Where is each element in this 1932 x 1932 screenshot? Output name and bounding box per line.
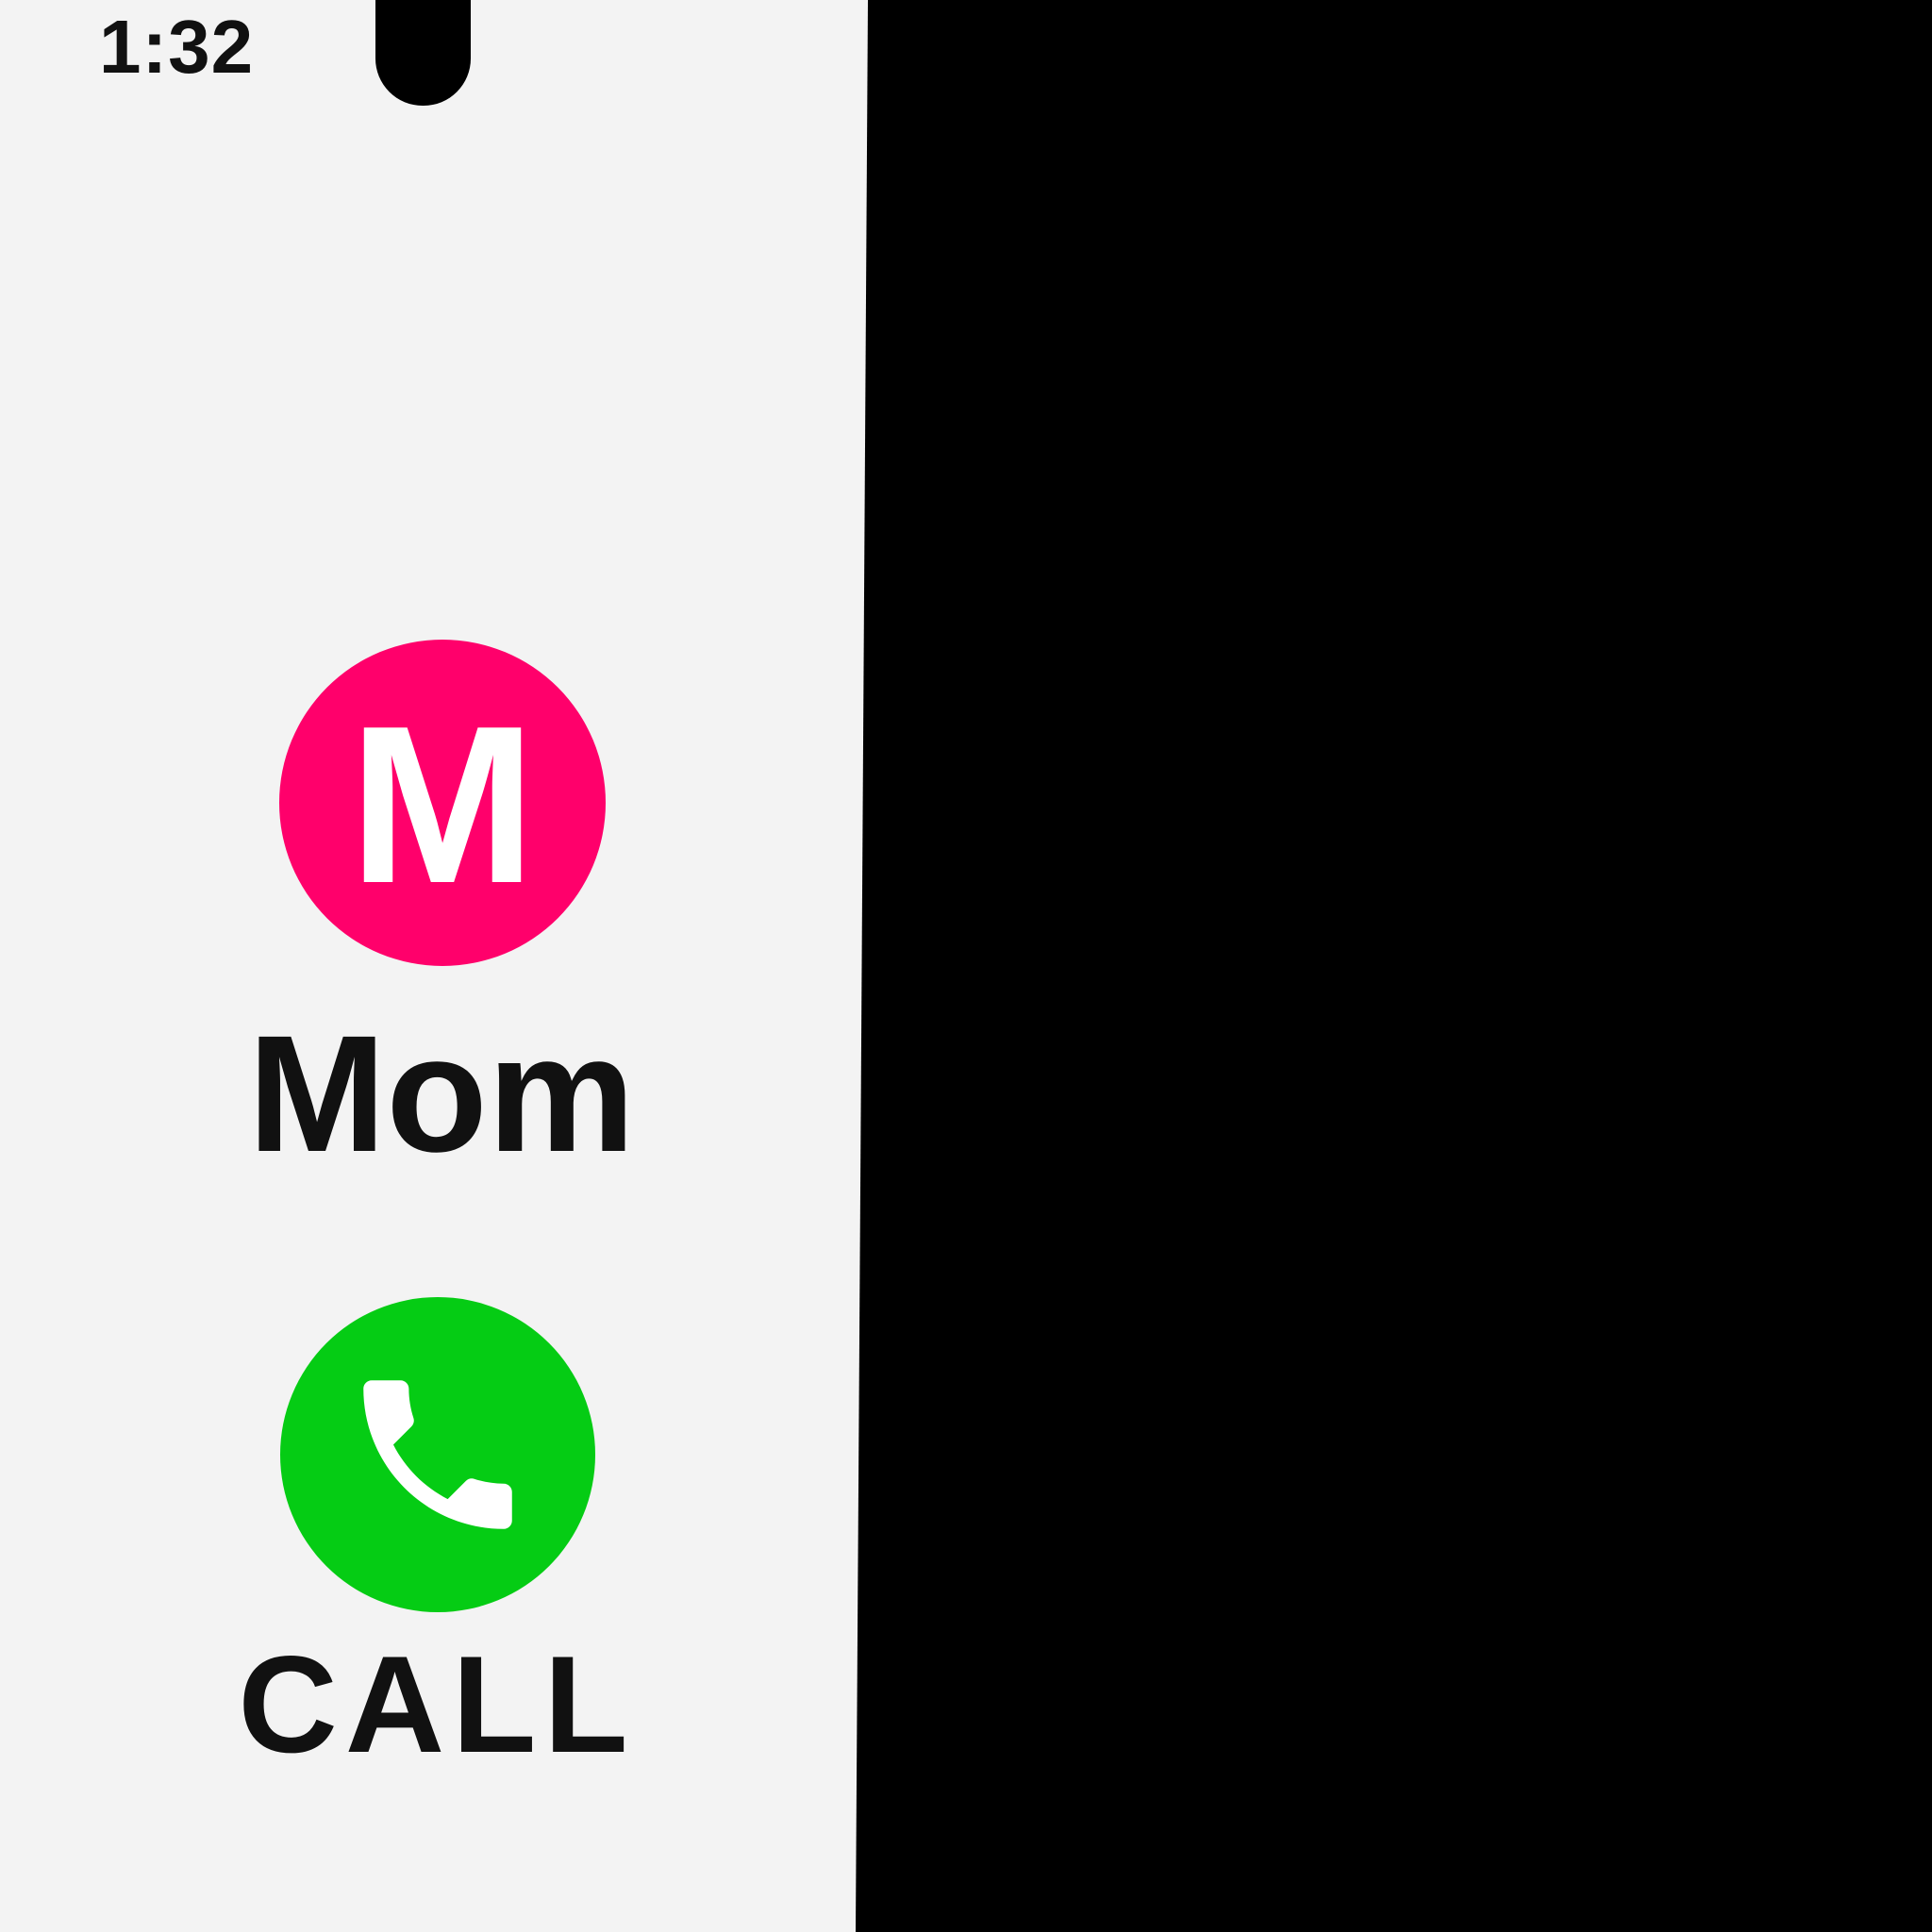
call-label: CALL [238, 1627, 636, 1781]
stage: 1:32 M Mom CALL [0, 0, 1932, 1932]
avatar-initial: M [348, 680, 537, 930]
camera-notch [375, 0, 471, 106]
contact-avatar: M [279, 640, 606, 966]
call-button[interactable] [280, 1297, 595, 1612]
contact-name: Mom [247, 1002, 636, 1187]
status-time: 1:32 [99, 5, 255, 89]
phone-screen: 1:32 M Mom CALL [0, 0, 868, 1932]
phone-icon [363, 1380, 512, 1529]
